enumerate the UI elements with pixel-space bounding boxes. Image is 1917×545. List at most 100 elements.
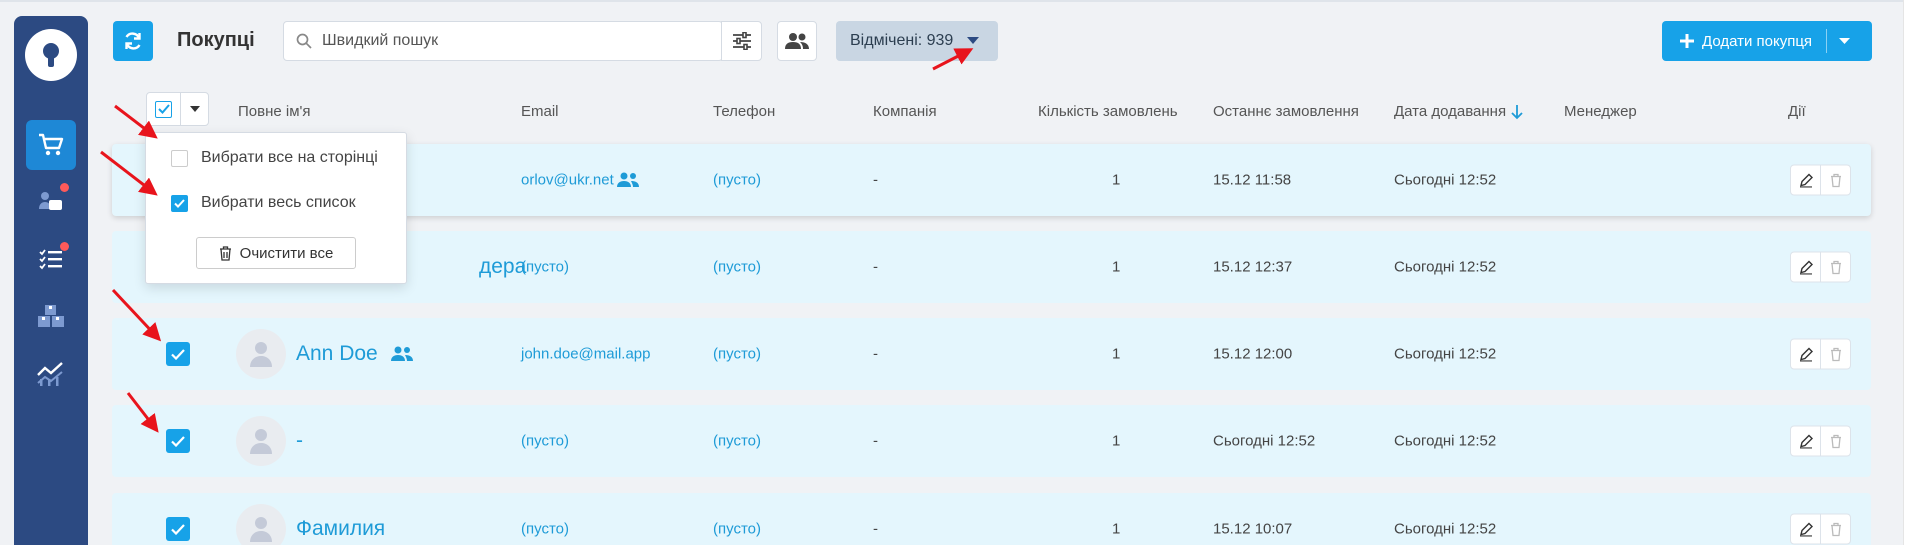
search-icon	[296, 33, 312, 49]
row-checkbox[interactable]	[166, 429, 190, 453]
user-icon	[250, 342, 272, 367]
add-customer-button[interactable]: Додати покупця	[1662, 21, 1872, 61]
column-company[interactable]: Компанія	[873, 103, 937, 120]
search-input[interactable]	[322, 32, 682, 50]
column-name[interactable]: Повне ім'я	[238, 103, 311, 120]
table-row[interactable]: Фамилия (пусто) (пусто) - 1 15.12 10:07 …	[112, 493, 1871, 545]
select-all-control[interactable]	[146, 92, 209, 126]
avatar	[236, 329, 286, 379]
logo-icon	[43, 43, 59, 67]
row-checkbox[interactable]	[166, 517, 190, 541]
orders-count: 1	[1112, 258, 1121, 276]
table-row[interactable]: - (пусто) (пусто) - 1 Сьогодні 12:52 Сьо…	[112, 405, 1871, 477]
column-date-added[interactable]: Дата додавання	[1394, 103, 1523, 120]
column-orders-count[interactable]: Кількість замовлень	[1038, 103, 1178, 120]
trash-icon	[1830, 173, 1841, 187]
customer-company: -	[873, 171, 878, 189]
nav-analytics[interactable]	[26, 348, 76, 398]
page-title: Покупці	[177, 29, 255, 51]
date-added: Сьогодні 12:52	[1394, 520, 1497, 538]
chevron-down-icon[interactable]	[1839, 37, 1851, 45]
trash-icon	[219, 245, 232, 261]
column-last-order[interactable]: Останнє замовлення	[1213, 103, 1359, 120]
customer-name[interactable]: Фамилия	[296, 517, 385, 541]
customer-email[interactable]: john.doe@mail.app	[521, 346, 650, 363]
group-icon	[616, 172, 640, 188]
last-order: 15.12 12:37	[1213, 258, 1293, 276]
customer-company: -	[873, 432, 878, 450]
customer-phone[interactable]: (пусто)	[713, 172, 761, 189]
select-page-label: Вибрати все на сторінці	[201, 149, 378, 166]
customer-phone[interactable]: (пусто)	[713, 259, 761, 276]
select-all-list-option[interactable]: Вибрати весь список	[171, 194, 356, 212]
select-page-checkbox[interactable]	[171, 149, 188, 167]
nav-warehouse[interactable]	[26, 291, 76, 341]
column-email[interactable]: Email	[521, 103, 559, 120]
customer-name[interactable]: -	[296, 429, 303, 453]
analytics-icon	[37, 362, 63, 386]
edit-button[interactable]	[1790, 251, 1821, 283]
trash-icon	[1830, 522, 1841, 536]
refresh-button[interactable]	[113, 21, 153, 61]
nav-tasks[interactable]	[26, 234, 76, 284]
orders-count: 1	[1112, 171, 1121, 189]
pencil-icon	[1799, 260, 1813, 274]
select-all-checkbox[interactable]	[155, 100, 172, 118]
column-manager[interactable]: Менеджер	[1564, 103, 1637, 120]
delete-button[interactable]	[1820, 425, 1851, 457]
cart-icon	[39, 133, 64, 156]
add-customer-label: Додати покупця	[1702, 32, 1813, 50]
plus-icon	[1680, 34, 1694, 48]
edit-button[interactable]	[1790, 338, 1821, 370]
pencil-icon	[1799, 434, 1813, 448]
customer-email[interactable]: orlov@ukr.net	[521, 172, 614, 189]
last-order: 15.12 11:58	[1213, 171, 1292, 189]
customer-email[interactable]: (пусто)	[521, 521, 569, 538]
filter-settings-button[interactable]	[721, 21, 762, 61]
column-phone[interactable]: Телефон	[713, 103, 775, 120]
customer-name[interactable]: Ann Doe	[296, 342, 414, 366]
customer-company: -	[873, 345, 878, 363]
date-added: Сьогодні 12:52	[1394, 258, 1497, 276]
delete-button[interactable]	[1820, 164, 1851, 196]
select-page-option[interactable]: Вибрати все на сторінці	[171, 149, 378, 167]
customer-phone[interactable]: (пусто)	[713, 433, 761, 450]
last-order: 15.12 10:07	[1213, 520, 1293, 538]
notification-badge	[60, 183, 69, 192]
delete-button[interactable]	[1820, 251, 1851, 283]
selected-count-button[interactable]: Відмічені: 939	[836, 21, 998, 61]
row-checkbox[interactable]	[166, 342, 190, 366]
chevron-down-icon	[967, 37, 980, 45]
chevron-down-icon[interactable]	[190, 106, 200, 112]
nav-purchases[interactable]	[26, 120, 76, 170]
date-added: Сьогодні 12:52	[1394, 432, 1497, 450]
nav-messages[interactable]	[26, 177, 76, 227]
groups-button[interactable]	[777, 21, 817, 61]
button-divider	[1826, 29, 1828, 53]
users-icon	[785, 33, 809, 49]
customer-phone[interactable]: (пусто)	[713, 521, 761, 538]
column-date-added-label: Дата додавання	[1394, 103, 1507, 120]
chat-icon	[39, 192, 62, 210]
customer-email[interactable]: (пусто)	[521, 433, 569, 450]
select-all-list-checkbox[interactable]	[171, 194, 188, 212]
edit-button[interactable]	[1790, 425, 1821, 457]
edit-button[interactable]	[1790, 164, 1821, 196]
delete-button[interactable]	[1820, 338, 1851, 370]
edit-button[interactable]	[1790, 513, 1821, 545]
trash-icon	[1830, 347, 1841, 361]
table-row[interactable]: Ann Doe john.doe@mail.app (пусто) - 1 15…	[112, 318, 1871, 390]
delete-button[interactable]	[1820, 513, 1851, 545]
logo[interactable]	[25, 29, 77, 81]
scrollbar[interactable]	[1903, 0, 1917, 545]
user-icon	[250, 429, 272, 454]
customer-name[interactable]: дера	[479, 255, 526, 279]
select-dropdown-menu: Вибрати все на сторінці Вибрати весь спи…	[145, 132, 407, 284]
user-icon	[250, 517, 272, 542]
pencil-icon	[1799, 173, 1813, 187]
search-box[interactable]	[283, 21, 723, 61]
customer-email[interactable]: (пусто)	[521, 259, 569, 276]
clear-all-button[interactable]: Очистити все	[196, 237, 356, 269]
sort-down-icon	[1511, 104, 1523, 119]
customer-phone[interactable]: (пусто)	[713, 346, 761, 363]
